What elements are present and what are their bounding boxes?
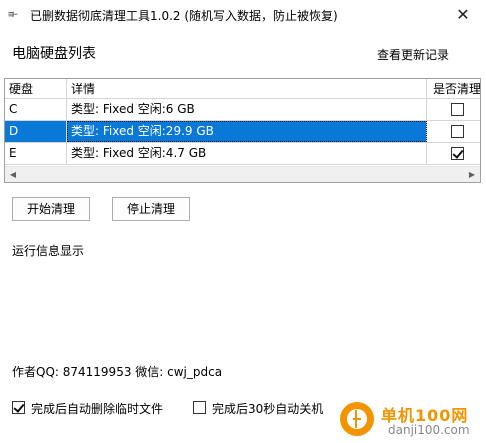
delete-temp-label[interactable]: 完成后自动删除临时文件 [31, 400, 163, 417]
clean-checkbox[interactable] [451, 147, 464, 160]
row-details: 类型: Fixed 空闲:29.9 GB [67, 121, 427, 142]
table-row[interactable]: C 类型: Fixed 空闲:6 GB [5, 99, 480, 121]
disk-grid[interactable]: 硬盘 详情 是否清理 C 类型: Fixed 空闲:6 GB D 类型: Fix… [4, 78, 481, 183]
log-label: 运行信息显示 [12, 244, 85, 258]
shutdown-label[interactable]: 完成后30秒自动关机 [212, 400, 323, 417]
row-disk: C [5, 99, 67, 120]
watermark-logo-icon [340, 402, 374, 436]
scroll-right-icon[interactable]: ▶ [466, 169, 478, 181]
section-title: 电脑硬盘列表 [12, 46, 96, 62]
delete-temp-checkbox[interactable] [12, 401, 25, 414]
clean-checkbox[interactable] [451, 125, 464, 138]
changelog-link[interactable]: 查看更新记录 [377, 46, 449, 63]
column-header-clean[interactable]: 是否清理 [427, 79, 480, 99]
row-disk: E [5, 143, 67, 164]
close-button[interactable]: ✕ [440, 0, 486, 30]
stop-clean-button[interactable]: 停止清理 [112, 197, 190, 221]
clean-checkbox[interactable] [451, 103, 464, 116]
column-header-disk[interactable]: 硬盘 [5, 79, 67, 99]
row-details: 类型: Fixed 空闲:6 GB [67, 99, 427, 120]
column-header-details[interactable]: 详情 [67, 79, 427, 99]
table-row[interactable]: D 类型: Fixed 空闲:29.9 GB [5, 121, 480, 143]
shutdown-checkbox[interactable] [193, 401, 206, 414]
row-disk: D [5, 121, 67, 142]
author-info: 作者QQ: 874119953 微信: cwj_pdca [12, 365, 223, 379]
horizontal-scrollbar[interactable]: ◀ ▶ [5, 166, 480, 182]
watermark: 单机100网 danji100.com [338, 400, 486, 443]
window-title: 已删数据彻底清理工具1.0.2 (随机写入数据，防止被恢复) [30, 9, 338, 23]
app-icon: ≡⊢ [8, 10, 18, 20]
grid-header: 硬盘 详情 是否清理 [5, 79, 480, 99]
scroll-left-icon[interactable]: ◀ [7, 169, 19, 181]
table-row[interactable]: E 类型: Fixed 空闲:4.7 GB [5, 143, 480, 165]
start-clean-button[interactable]: 开始清理 [12, 197, 90, 221]
row-details: 类型: Fixed 空闲:4.7 GB [67, 143, 427, 164]
watermark-url: danji100.com [388, 423, 470, 437]
title-bar: ≡⊢ 已删数据彻底清理工具1.0.2 (随机写入数据，防止被恢复) ✕ [0, 0, 486, 30]
